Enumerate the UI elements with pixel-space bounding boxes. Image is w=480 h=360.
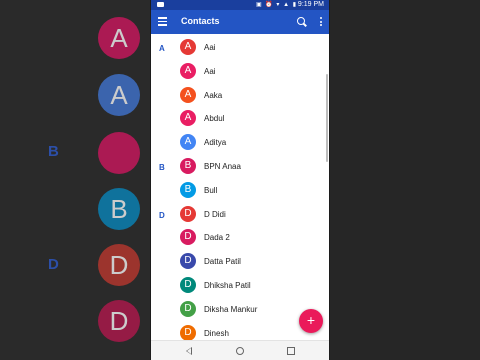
avatar: B xyxy=(180,182,196,198)
contact-row[interactable]: D Dhiksha Patil xyxy=(151,274,329,298)
backdrop-avatar xyxy=(98,132,140,174)
contact-name: Bull xyxy=(204,186,218,195)
contact-name: Dhiksha Patil xyxy=(204,281,251,290)
more-vert-icon[interactable] xyxy=(320,17,322,27)
menu-icon[interactable] xyxy=(158,17,167,26)
avatar: A xyxy=(180,110,196,126)
contact-row[interactable]: D D Didi xyxy=(151,203,329,227)
backdrop-section-letter: B xyxy=(48,143,59,160)
add-contact-button[interactable]: + xyxy=(299,309,323,333)
blurred-backdrop-left: A A B B D D D xyxy=(0,0,150,360)
avatar: A xyxy=(180,134,196,150)
contact-name: Diksha Mankur xyxy=(204,305,258,314)
backdrop-avatar: D xyxy=(98,300,140,342)
contact-row[interactable]: D Dada 2 xyxy=(151,226,329,250)
contact-name: BPN Anaa xyxy=(204,162,241,171)
avatar: D xyxy=(180,253,196,269)
status-time: 9:19 PM xyxy=(297,1,324,8)
back-icon[interactable] xyxy=(186,347,192,355)
backdrop-avatar: D xyxy=(98,244,140,286)
contact-name: D Didi xyxy=(204,210,226,219)
blurred-backdrop-right xyxy=(330,0,480,360)
backdrop-avatar: A xyxy=(98,17,140,59)
camera-notification-icon xyxy=(157,2,164,7)
backdrop-avatar: A xyxy=(98,74,140,116)
contact-name: Aditya xyxy=(204,138,227,147)
contact-name: Aaka xyxy=(204,91,223,100)
home-icon[interactable] xyxy=(236,347,244,355)
phone-screen: ▣ ⏰ ▾ ▲ ▮ 9:19 PM Contacts A B D A Aai A… xyxy=(151,0,329,360)
contact-row[interactable]: A Aai xyxy=(151,36,329,60)
navigation-bar xyxy=(151,340,329,360)
avatar: A xyxy=(180,87,196,103)
backdrop-section-letter: D xyxy=(48,256,59,273)
contact-name: Abdul xyxy=(204,114,225,123)
contact-row[interactable]: A Aaka xyxy=(151,84,329,108)
contact-list[interactable]: A B D A Aai A Aai A Aaka A Abdul A Adity… xyxy=(151,34,329,341)
contact-name: Aai xyxy=(204,43,216,52)
app-bar: Contacts xyxy=(151,10,329,34)
avatar: D xyxy=(180,325,196,341)
page-title: Contacts xyxy=(181,16,220,26)
avatar: B xyxy=(180,158,196,174)
contact-row[interactable]: A Aditya xyxy=(151,131,329,155)
avatar: D xyxy=(180,301,196,317)
contact-name: Dada 2 xyxy=(204,233,230,242)
contact-row[interactable]: D Datta Patil xyxy=(151,250,329,274)
contact-name: Datta Patil xyxy=(204,257,241,266)
scrollbar[interactable] xyxy=(326,74,328,162)
system-status-icons: ▣ ⏰ ▾ ▲ ▮ xyxy=(255,2,297,8)
avatar: A xyxy=(180,39,196,55)
avatar: A xyxy=(180,63,196,79)
contact-row[interactable]: A Abdul xyxy=(151,107,329,131)
backdrop-avatar: B xyxy=(98,188,140,230)
avatar: D xyxy=(180,229,196,245)
contact-row[interactable]: B Bull xyxy=(151,179,329,203)
contact-row[interactable]: A Aai xyxy=(151,60,329,84)
contact-name: Dinesh xyxy=(204,329,229,338)
recents-icon[interactable] xyxy=(287,347,295,355)
search-icon[interactable] xyxy=(297,17,305,25)
contact-name: Aai xyxy=(204,67,216,76)
avatar: D xyxy=(180,206,196,222)
status-bar: ▣ ⏰ ▾ ▲ ▮ 9:19 PM xyxy=(151,0,329,10)
contact-row[interactable]: B BPN Anaa xyxy=(151,155,329,179)
avatar: D xyxy=(180,277,196,293)
